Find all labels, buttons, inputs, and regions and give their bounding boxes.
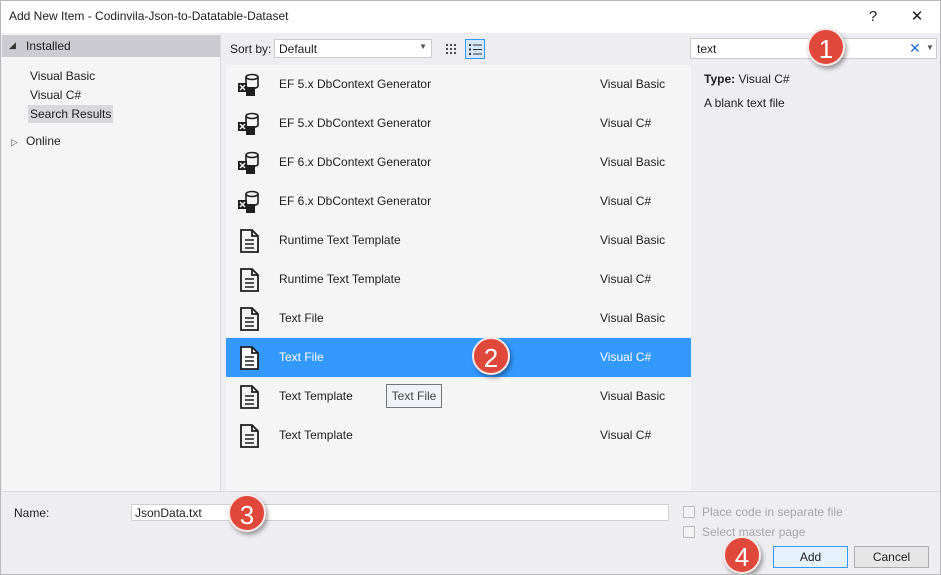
template-language: Visual C# (600, 194, 652, 208)
grid-icon (445, 43, 457, 55)
sort-by-value: Default (279, 42, 318, 56)
tree-item-visual-csharp[interactable]: Visual C# (28, 86, 83, 104)
divider (2, 491, 939, 492)
window-title: Add New Item - Codinvila-Json-to-Datatab… (9, 9, 289, 23)
document-icon (236, 267, 262, 293)
template-name: Text File (279, 311, 324, 325)
chevron-down-icon[interactable]: ▼ (926, 43, 934, 52)
tree-node-installed-label: Installed (26, 39, 71, 53)
template-row[interactable]: Text File Visual C# (226, 338, 691, 377)
document-icon (236, 228, 262, 254)
template-name: Text Template (279, 389, 353, 403)
template-language: Visual C# (600, 350, 652, 364)
tree-node-online[interactable]: Online (26, 134, 61, 148)
template-language: Visual C# (600, 428, 652, 442)
collapsed-arrow-icon[interactable]: ▷ (11, 137, 18, 148)
tooltip: Text File (386, 384, 442, 408)
template-name: EF 5.x DbContext Generator (279, 77, 432, 91)
template-row[interactable]: EF 6.x DbContext Generator Visual Basic (226, 143, 691, 182)
detail-type: Type: Visual C# (704, 72, 790, 86)
list-view-button[interactable] (465, 39, 485, 59)
category-tree: ◢ Installed Visual Basic Visual C# Searc… (2, 34, 221, 491)
template-language: Visual Basic (600, 311, 666, 325)
close-button[interactable]: ✕ (903, 4, 931, 30)
template-language: Visual C# (600, 116, 652, 130)
add-button[interactable]: Add (773, 546, 848, 568)
ef-generator-icon (236, 111, 262, 137)
template-row[interactable]: Text Template Visual C# (226, 416, 691, 455)
name-label: Name: (14, 506, 50, 520)
template-name: EF 5.x DbContext Generator (279, 116, 432, 130)
template-name: Runtime Text Template (279, 272, 401, 286)
document-icon (236, 384, 262, 410)
detail-type-value: Visual C# (738, 72, 790, 86)
template-language: Visual Basic (600, 389, 666, 403)
help-button[interactable]: ? (859, 4, 887, 30)
callout-4: 4 (723, 536, 761, 574)
detail-type-label: Type: (704, 72, 736, 86)
document-icon (236, 423, 262, 449)
place-code-checkbox[interactable] (683, 506, 695, 518)
template-language: Visual C# (600, 272, 652, 286)
template-row[interactable]: EF 5.x DbContext Generator Visual Basic (226, 65, 691, 104)
list-icon (469, 44, 482, 55)
template-row[interactable]: EF 5.x DbContext Generator Visual C# (226, 104, 691, 143)
callout-1: 1 (807, 28, 845, 66)
template-row[interactable]: EF 6.x DbContext Generator Visual C# (226, 182, 691, 221)
callout-2: 2 (472, 337, 510, 375)
master-page-label: Select master page (702, 525, 806, 539)
place-code-label: Place code in separate file (702, 505, 843, 519)
ef-generator-icon (236, 150, 262, 176)
template-row[interactable]: Text File Visual Basic (226, 299, 691, 338)
template-language: Visual Basic (600, 77, 666, 91)
add-new-item-dialog: Add New Item - Codinvila-Json-to-Datatab… (0, 0, 941, 575)
template-row[interactable]: Text Template Visual Basic (226, 377, 691, 416)
name-input[interactable]: JsonData.txt (131, 504, 669, 521)
clear-search-icon[interactable]: ✕ (909, 40, 921, 57)
template-language: Visual Basic (600, 155, 666, 169)
master-page-checkbox[interactable] (683, 526, 695, 538)
ef-generator-icon (236, 189, 262, 215)
template-row[interactable]: Runtime Text Template Visual Basic (226, 221, 691, 260)
template-name: EF 6.x DbContext Generator (279, 194, 432, 208)
template-name: Text Template (279, 428, 353, 442)
sort-by-label: Sort by: (230, 42, 272, 56)
detail-description: A blank text file (704, 96, 785, 110)
name-input-value: JsonData.txt (135, 506, 202, 520)
grid-view-button[interactable] (441, 39, 461, 59)
expanded-arrow-icon: ◢ (9, 40, 16, 50)
cancel-button[interactable]: Cancel (854, 546, 929, 568)
ef-generator-icon (236, 72, 262, 98)
document-icon (236, 345, 262, 371)
chevron-down-icon: ▼ (419, 42, 427, 51)
tree-item-visual-basic[interactable]: Visual Basic (28, 67, 97, 85)
template-list: EF 5.x DbContext Generator Visual Basic EF… (226, 65, 691, 491)
sort-by-select[interactable]: Default ▼ (274, 39, 432, 58)
tree-item-search-results[interactable]: Search Results (28, 105, 114, 123)
template-language: Visual Basic (600, 233, 666, 247)
document-icon (236, 306, 262, 332)
callout-3: 3 (228, 494, 266, 532)
template-row[interactable]: Runtime Text Template Visual C# (226, 260, 691, 299)
template-name: Text File (279, 350, 324, 364)
template-name: Runtime Text Template (279, 233, 401, 247)
search-input[interactable]: text (697, 42, 716, 56)
title-bar: Add New Item - Codinvila-Json-to-Datatab… (1, 1, 940, 33)
tree-node-installed[interactable]: ◢ Installed (2, 35, 220, 57)
template-name: EF 6.x DbContext Generator (279, 155, 432, 169)
